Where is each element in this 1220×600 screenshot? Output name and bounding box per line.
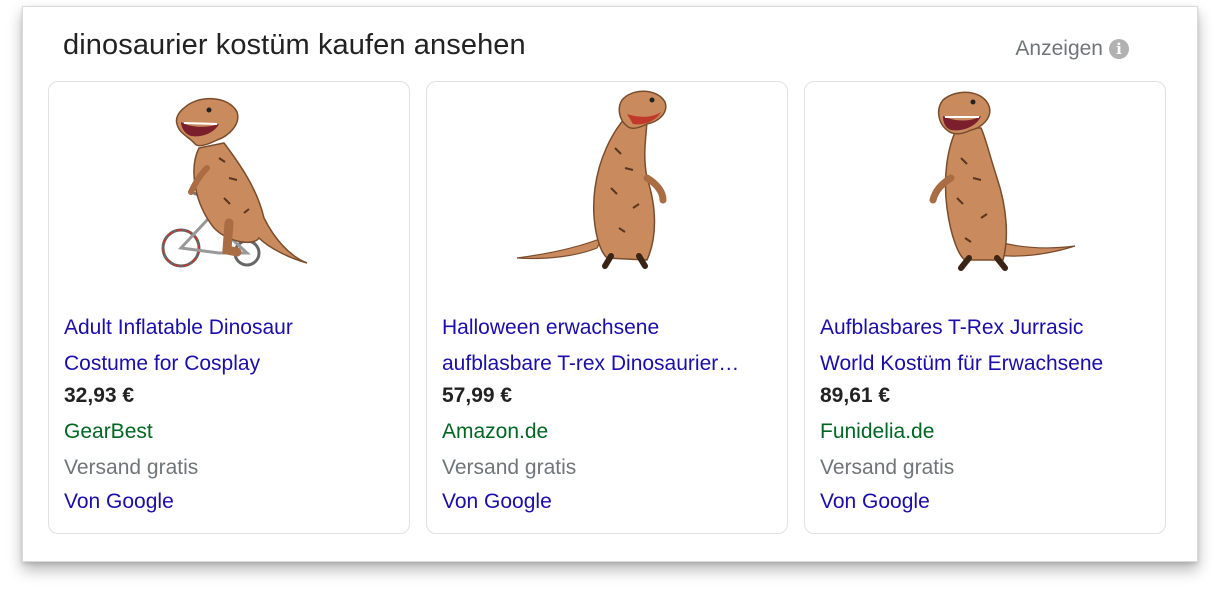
shopping-ads-panel: dinosaurier kostüm kaufen ansehen Anzeig…	[22, 6, 1198, 562]
product-title-3[interactable]: Aufblasbares T-Rex Jurrasic World Kostüm…	[820, 310, 1150, 382]
product-card-2[interactable]: Halloween erwachsene aufblasbare T-rex D…	[426, 81, 788, 534]
von-google-link-3[interactable]: Von Google	[820, 490, 930, 514]
product-image-2[interactable]	[427, 88, 787, 288]
product-title-1[interactable]: Adult Inflatable Dinosaur Costume for Co…	[64, 310, 394, 382]
product-title-line-1[interactable]: Aufblasbares T-Rex Jurrasic	[820, 310, 1150, 346]
product-title-2[interactable]: Halloween erwachsene aufblasbare T-rex D…	[442, 310, 772, 382]
product-shipping-3: Versand gratis	[820, 456, 955, 479]
product-shipping-1: Versand gratis	[64, 456, 199, 479]
product-card-1[interactable]: Adult Inflatable Dinosaur Costume for Co…	[48, 81, 410, 534]
product-title-line-1[interactable]: Adult Inflatable Dinosaur	[64, 310, 394, 346]
product-price-2: 57,99 €	[442, 384, 513, 407]
product-image-1[interactable]	[49, 88, 409, 288]
product-merchant-2[interactable]: Amazon.de	[442, 420, 548, 444]
product-shipping-2: Versand gratis	[442, 456, 577, 479]
panel-title: dinosaurier kostüm kaufen ansehen	[63, 29, 526, 61]
product-image-3[interactable]	[805, 88, 1165, 288]
info-icon[interactable]: i	[1109, 39, 1129, 59]
ads-label-text: Anzeigen	[1015, 37, 1103, 60]
ads-label[interactable]: Anzeigen i	[1015, 37, 1129, 61]
product-card-3[interactable]: Aufblasbares T-Rex Jurrasic World Kostüm…	[804, 81, 1166, 534]
von-google-link-1[interactable]: Von Google	[64, 490, 174, 514]
von-google-link-2[interactable]: Von Google	[442, 490, 552, 514]
product-title-line-2[interactable]: Costume for Cosplay	[64, 346, 394, 382]
product-price-1: 32,93 €	[64, 384, 135, 407]
dinosaur-standing-image	[516, 90, 667, 269]
product-merchant-3[interactable]: Funidelia.de	[820, 420, 934, 444]
product-title-line-2[interactable]: aufblasbare T-rex Dinosaurier…	[442, 346, 772, 382]
product-title-line-1[interactable]: Halloween erwachsene	[442, 310, 772, 346]
product-merchant-1[interactable]: GearBest	[64, 420, 153, 444]
product-title-line-2[interactable]: World Kostüm für Erwachsene	[820, 346, 1150, 382]
dinosaur-standing-image	[929, 91, 1076, 271]
dinosaur-bicycle-image	[161, 97, 308, 268]
product-price-3: 89,61 €	[820, 384, 891, 407]
